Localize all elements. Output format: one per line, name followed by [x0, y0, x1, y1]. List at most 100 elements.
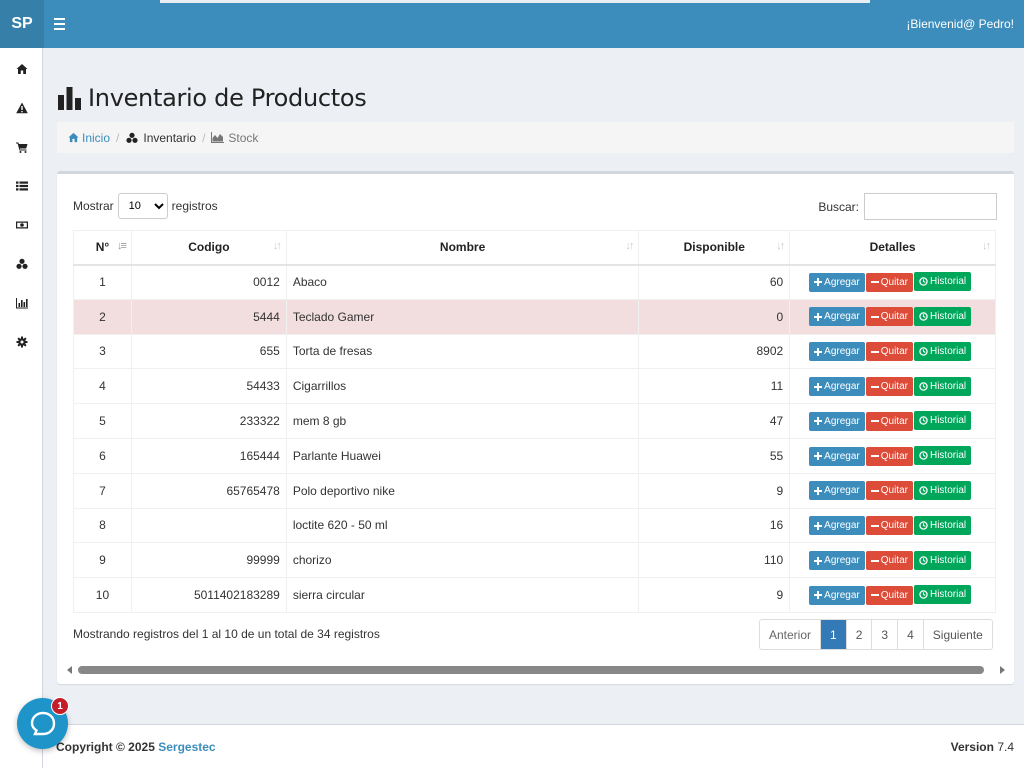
minus-icon [870, 524, 879, 527]
remove-stock-button[interactable]: Quitar [865, 307, 913, 327]
history-button[interactable]: Historial [913, 272, 972, 292]
add-stock-button[interactable]: Agregar [809, 272, 865, 292]
minus-icon [870, 455, 879, 458]
search-input[interactable] [864, 193, 997, 220]
menu-toggle-icon[interactable] [50, 14, 70, 34]
top-strip [160, 0, 870, 3]
history-button[interactable]: Historial [913, 306, 972, 326]
remove-stock-button[interactable]: Quitar [865, 585, 913, 605]
home-icon [68, 132, 79, 143]
history-button[interactable]: Historial [913, 480, 972, 500]
pagination-page-3[interactable]: 3 [872, 620, 899, 649]
remove-stock-button[interactable]: Quitar [865, 481, 913, 501]
add-stock-button[interactable]: Agregar [809, 411, 865, 431]
cubes-icon [126, 132, 138, 143]
minus-icon [870, 350, 879, 353]
history-label: Historial [929, 310, 967, 322]
add-stock-button[interactable]: Agregar [809, 342, 865, 362]
table-row: 6 165444 Parlante Huawei 55 Agregar Quitar His… [73, 437, 996, 474]
chat-widget-button[interactable]: 1 [17, 697, 69, 749]
horizontal-scrollbar[interactable] [67, 665, 1005, 675]
cubes-icon [15, 258, 28, 269]
add-stock-button[interactable]: Agregar [809, 585, 865, 605]
scroll-left-icon[interactable] [67, 666, 72, 674]
page-length-control: Mostrar 10 registros [73, 193, 218, 219]
sidebar-item-cash[interactable] [0, 205, 43, 244]
add-stock-button[interactable]: Agregar [809, 516, 865, 536]
home-icon [16, 63, 27, 74]
remove-label: Quitar [880, 346, 908, 358]
sidebar-item-reports[interactable] [0, 283, 43, 322]
company-link[interactable]: Sergestec [158, 740, 215, 754]
column-header-details[interactable]: Detalles ↓↑ [789, 230, 996, 266]
remove-stock-button[interactable]: Quitar [865, 551, 913, 571]
page-length-select[interactable]: 10 [117, 193, 168, 219]
history-label: Historial [929, 450, 967, 462]
history-button[interactable]: Historial [913, 585, 972, 605]
pagination-page-1[interactable]: 1 [821, 620, 847, 649]
sidebar-item-list[interactable] [0, 166, 43, 205]
remove-stock-button[interactable]: Quitar [865, 272, 913, 292]
cell-code: 233322 [130, 403, 287, 439]
add-stock-button[interactable]: Agregar [809, 377, 865, 397]
history-button[interactable]: Historial [913, 411, 972, 431]
sidebar-item-sales[interactable] [0, 127, 43, 166]
history-button[interactable]: Historial [913, 341, 972, 361]
sidebar-item-alerts[interactable] [0, 88, 43, 127]
table-info: Mostrando registros del 1 al 10 de un to… [73, 627, 380, 641]
sidebar-item-settings[interactable] [0, 322, 43, 361]
column-header-number[interactable]: N° ↓≡ [73, 230, 132, 266]
remove-stock-button[interactable]: Quitar [865, 377, 913, 397]
bar-chart-icon [15, 297, 28, 308]
plus-icon [814, 417, 823, 426]
add-stock-button[interactable]: Agregar [809, 446, 865, 466]
remove-stock-button[interactable]: Quitar [865, 446, 913, 466]
plus-icon [814, 452, 823, 461]
cell-number: 2 [73, 298, 132, 335]
add-stock-button[interactable]: Agregar [809, 551, 865, 571]
cell-name: loctite 620 - 50 ml [285, 507, 640, 544]
sidebar-item-home[interactable] [0, 49, 43, 88]
pagination-prev[interactable]: Anterior [760, 620, 822, 649]
money-icon [15, 221, 28, 228]
page-title: Inventario de Productos [88, 84, 367, 112]
footer: Copyright © 2025 Sergestec Version 7.4 [43, 724, 1024, 768]
column-header-code[interactable]: Codigo ↓↑ [130, 230, 287, 266]
remove-stock-button[interactable]: Quitar [865, 516, 913, 536]
inventory-table: N° ↓≡ Codigo ↓↑ Nombre ↓↑ Disponible ↓↑ Deta… [73, 230, 996, 613]
cell-name: Abaco [285, 264, 640, 300]
version: Version 7.4 [951, 740, 1014, 754]
cell-actions: Agregar Quitar Historial [789, 264, 996, 300]
cell-number: 3 [73, 333, 132, 370]
remove-stock-button[interactable]: Quitar [865, 342, 913, 362]
cell-name: mem 8 gb [285, 403, 640, 439]
history-button[interactable]: Historial [913, 515, 972, 535]
remove-stock-button[interactable]: Quitar [865, 411, 913, 431]
history-button[interactable]: Historial [913, 550, 972, 570]
table-row: 3 655 Torta de fresas 8902 Agregar Quitar Hist… [73, 333, 996, 370]
pagination-next[interactable]: Siguiente [924, 620, 992, 649]
history-button[interactable]: Historial [913, 376, 972, 396]
remove-label: Quitar [880, 415, 908, 427]
sidebar-item-inventory[interactable] [0, 244, 43, 283]
cell-code: 5444 [130, 298, 287, 335]
welcome-user[interactable]: ¡Bienvenid@ Pedro! [906, 0, 1014, 48]
column-header-name[interactable]: Nombre ↓↑ [285, 230, 640, 266]
history-label: Historial [929, 276, 967, 288]
column-header-available[interactable]: Disponible ↓↑ [638, 230, 791, 266]
cell-code: 655 [130, 333, 287, 370]
logo[interactable]: SP [0, 0, 44, 48]
history-button[interactable]: Historial [913, 446, 972, 466]
cell-number: 5 [73, 403, 132, 439]
pagination-page-4[interactable]: 4 [898, 620, 924, 649]
column-header-label: Codigo [188, 240, 230, 255]
warning-icon [15, 102, 28, 113]
scroll-right-icon[interactable] [1000, 666, 1005, 674]
breadcrumb-home[interactable]: Inicio [68, 131, 110, 145]
pagination-page-2[interactable]: 2 [847, 620, 873, 649]
add-stock-button[interactable]: Agregar [809, 481, 865, 501]
scrollbar-thumb[interactable] [78, 666, 984, 674]
add-label: Agregar [824, 381, 860, 393]
cell-name: Teclado Gamer [285, 298, 640, 335]
add-stock-button[interactable]: Agregar [809, 307, 865, 327]
